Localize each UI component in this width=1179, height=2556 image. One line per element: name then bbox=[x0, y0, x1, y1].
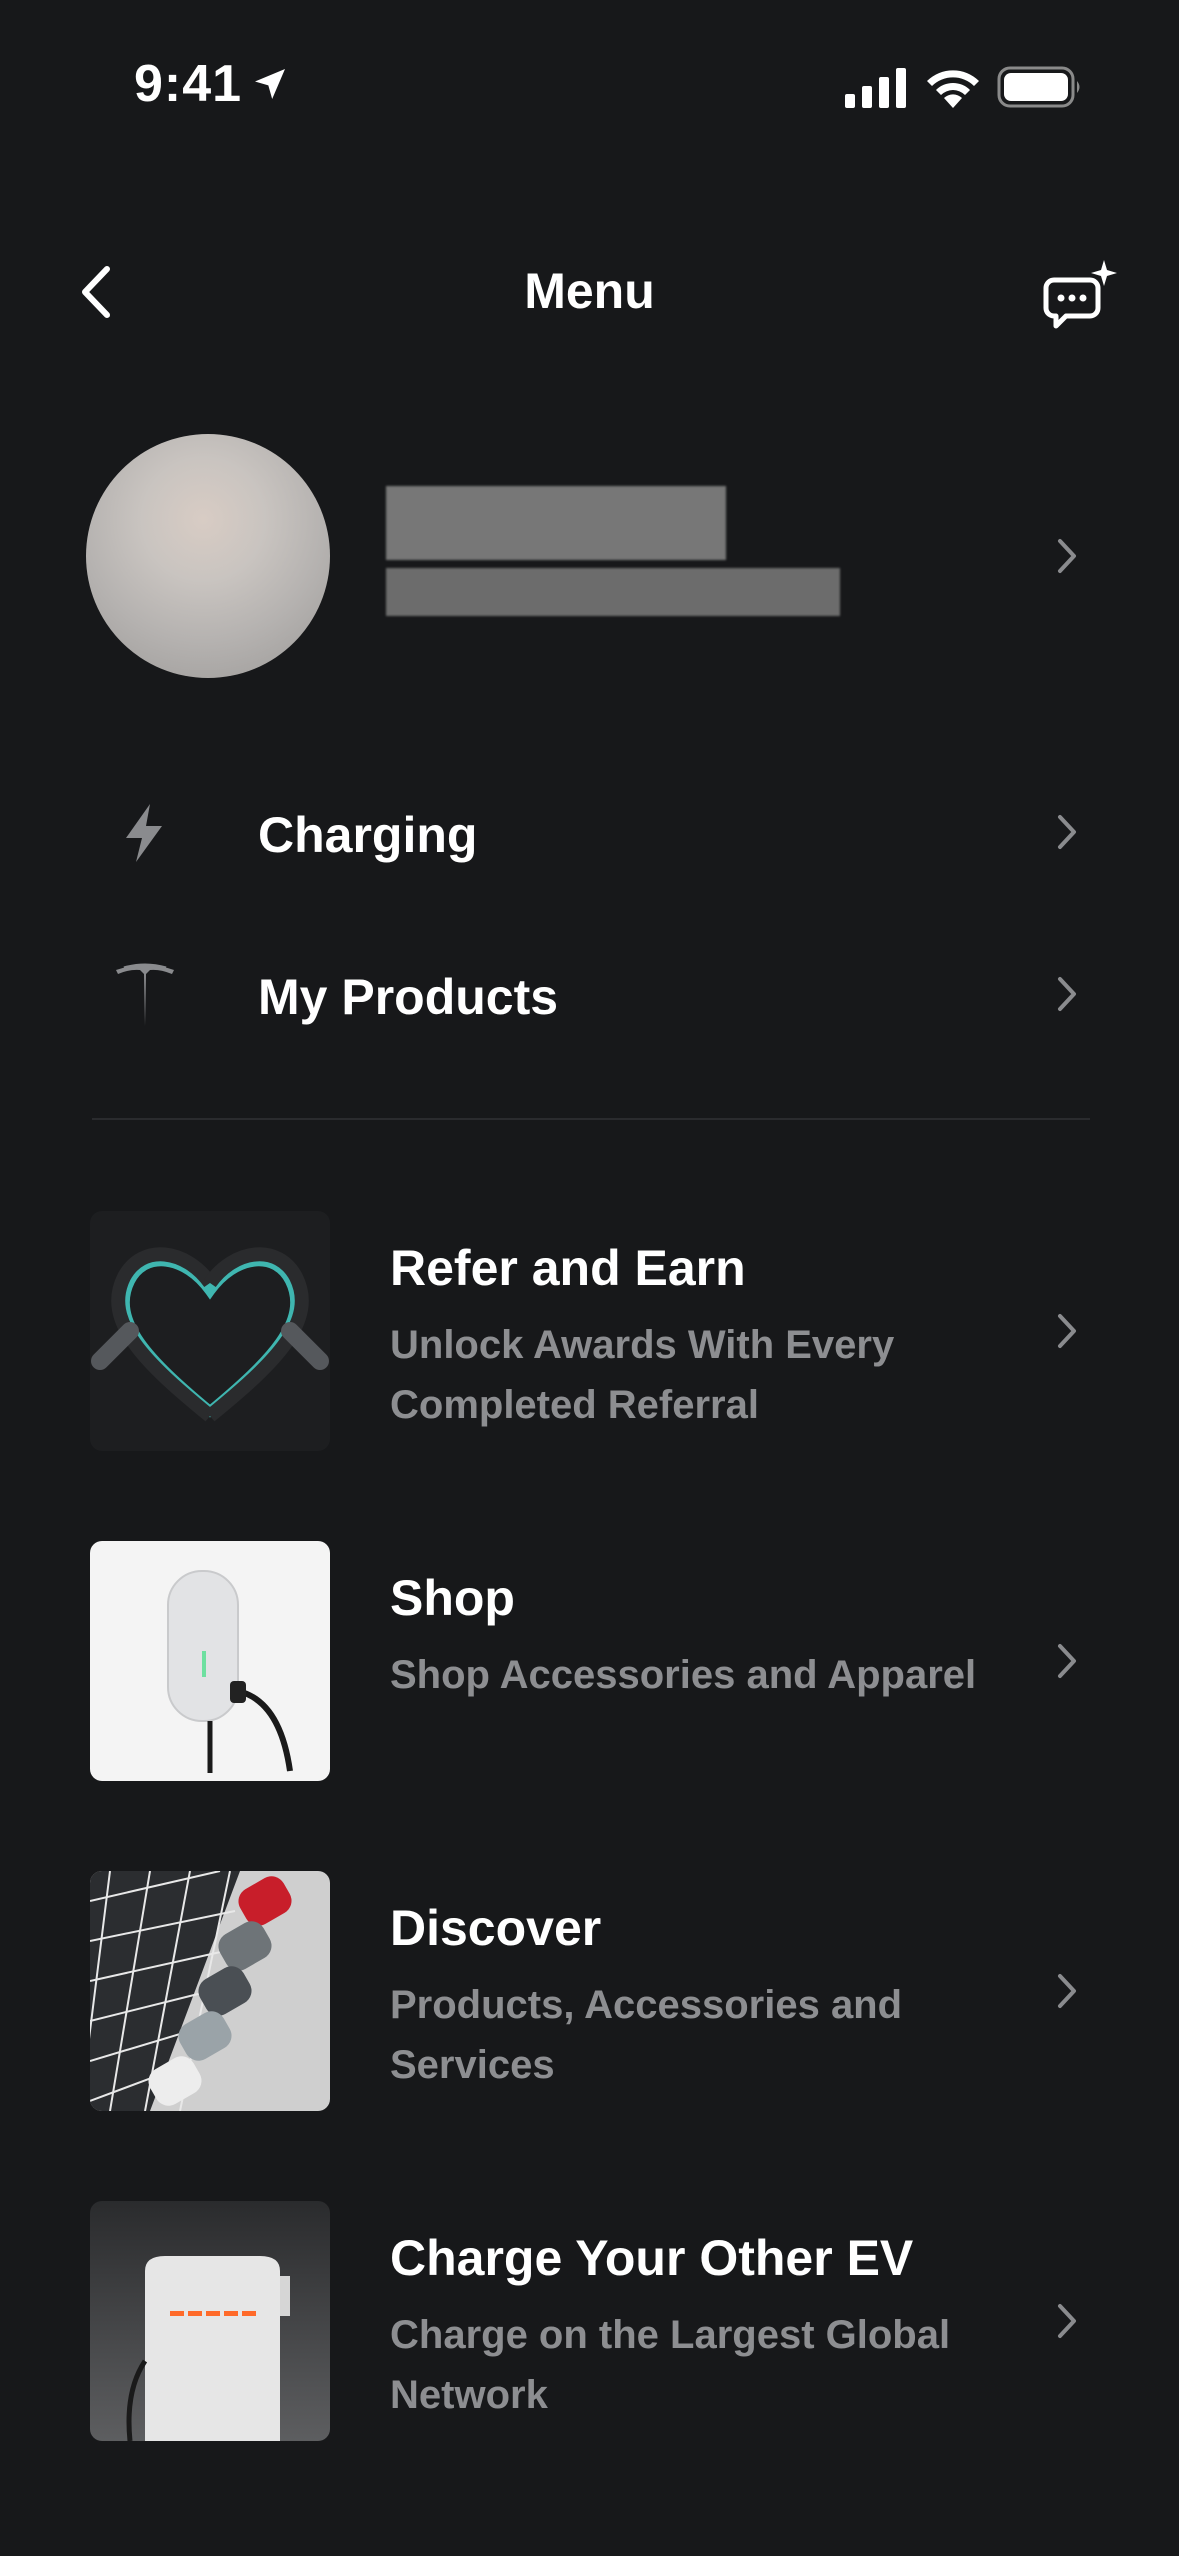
wifi-icon bbox=[927, 70, 979, 108]
refer-thumbnail bbox=[90, 1211, 330, 1451]
menu-item-my-products[interactable]: My Products bbox=[0, 930, 1179, 1060]
shop-thumbnail bbox=[90, 1541, 330, 1781]
cellular-signal-icon bbox=[845, 68, 906, 108]
page-title: Menu bbox=[524, 263, 655, 319]
profile-name-redacted bbox=[386, 486, 726, 560]
status-time: 9:41 bbox=[134, 55, 243, 113]
chevron-right-icon bbox=[1058, 815, 1076, 849]
card-subtitle: Unlock Awards With Every Completed Refer… bbox=[390, 1323, 895, 1427]
status-bar: 9:41 bbox=[0, 0, 1179, 170]
card-discover[interactable]: Discover Products, Accessories and Servi… bbox=[0, 1871, 1179, 2111]
menu-item-label: Charging bbox=[258, 807, 478, 863]
card-refer-and-earn[interactable]: Refer and Earn Unlock Awards With Every … bbox=[0, 1211, 1179, 1451]
battery-icon bbox=[997, 66, 1080, 108]
location-arrow-icon bbox=[255, 69, 285, 99]
chevron-right-icon bbox=[1058, 977, 1076, 1011]
card-shop[interactable]: Shop Shop Accessories and Apparel bbox=[0, 1541, 1179, 1781]
bolt-icon bbox=[126, 804, 162, 862]
chevron-right-icon bbox=[1058, 1644, 1076, 1678]
tesla-logo-icon bbox=[116, 963, 174, 1026]
section-divider bbox=[92, 1118, 1090, 1120]
supercharger-thumbnail bbox=[90, 2201, 330, 2441]
card-subtitle: Charge on the Largest Global Network bbox=[390, 2313, 951, 2417]
ai-chat-button[interactable] bbox=[1040, 258, 1120, 332]
card-title: Charge Your Other EV bbox=[390, 2230, 914, 2286]
chat-sparkle-icon bbox=[1043, 260, 1117, 329]
card-title: Shop bbox=[390, 1570, 515, 1626]
chevron-right-icon bbox=[1058, 2304, 1076, 2338]
menu-item-charging[interactable]: Charging bbox=[0, 768, 1179, 898]
profile-email-redacted bbox=[386, 568, 840, 616]
chevron-right-icon bbox=[1058, 1974, 1076, 2008]
card-subtitle: Products, Accessories and Services bbox=[390, 1983, 903, 2087]
chevron-right-icon bbox=[1058, 1314, 1076, 1348]
card-subtitle: Shop Accessories and Apparel bbox=[390, 1653, 977, 1697]
card-title: Refer and Earn bbox=[390, 1240, 746, 1296]
profile-row[interactable] bbox=[0, 430, 1179, 680]
discover-thumbnail bbox=[90, 1871, 330, 2111]
card-title: Discover bbox=[390, 1900, 602, 1956]
avatar bbox=[86, 434, 330, 678]
menu-item-label: My Products bbox=[258, 969, 559, 1025]
chevron-right-icon bbox=[1058, 539, 1076, 573]
card-charge-other-ev[interactable]: Charge Your Other EV Charge on the Large… bbox=[0, 2201, 1179, 2441]
